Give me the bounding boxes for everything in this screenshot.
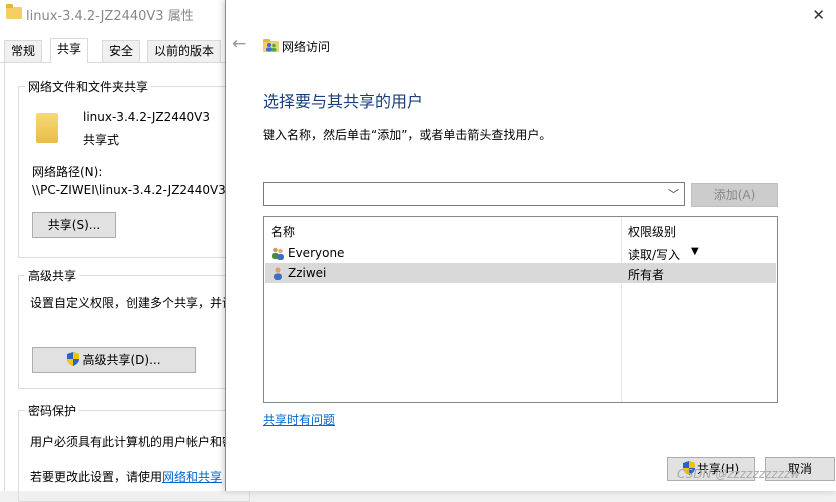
dropdown-triangle-icon[interactable]: ▼ [691, 246, 699, 257]
close-icon[interactable]: ✕ [812, 6, 825, 24]
network-sharing-center-link[interactable]: 网络和共享 [162, 470, 222, 484]
instruction-text: 键入名称，然后单击“添加”，或者单击箭头查找用户。 [263, 128, 552, 142]
tab-security[interactable]: 安全 [102, 40, 141, 62]
share-state: 共享式 [83, 133, 120, 147]
back-arrow-icon[interactable]: ← [232, 34, 246, 54]
sharing-trouble-link[interactable]: 共享时有问题 [263, 411, 335, 428]
network-users-icon [263, 39, 279, 52]
folder-name: linux-3.4.2-JZ2440V3 [83, 110, 210, 124]
properties-tabs: 常规 共享 安全 以前的版本 [0, 38, 228, 63]
advanced-sharing-button[interactable]: 高级共享(D)... [32, 347, 196, 373]
properties-titlebar: linux-3.4.2-JZ2440V3 属性 [0, 0, 228, 30]
properties-title: linux-3.4.2-JZ2440V3 属性 [26, 9, 194, 24]
tab-sharing[interactable]: 共享 [50, 38, 89, 63]
advanced-sharing-button-label: 高级共享(D)... [82, 353, 161, 367]
user-permission-list: 名称 权限级别 Everyone 读取/写入 ▼ Zziwei 所有者 [263, 216, 778, 403]
folder-icon [6, 4, 22, 19]
change-setting-text: 若要更改此设置，请使用网络和共享 [30, 468, 222, 485]
advanced-sharing-group-label: 高级共享 [25, 267, 80, 284]
column-header-permission[interactable]: 权限级别 [628, 223, 676, 240]
chevron-down-icon[interactable]: ﹀ [668, 186, 679, 202]
user-name: Zziwei [288, 266, 327, 280]
add-button[interactable]: 添加(A) [691, 183, 778, 207]
password-protection-group-label: 密码保护 [25, 402, 80, 419]
share-s-button[interactable]: 共享(S)... [32, 212, 116, 238]
list-item-zziwei[interactable]: Zziwei 所有者 [265, 263, 776, 283]
network-access-dialog: ✕ ← 网络访问 选择要与其共享的用户 键入名称，然后单击“添加”，或者单击箭头… [225, 0, 836, 491]
tab-previous-versions[interactable]: 以前的版本 [147, 40, 222, 62]
column-header-name[interactable]: 名称 [271, 223, 295, 240]
properties-window: linux-3.4.2-JZ2440V3 属性 常规 共享 安全 以前的版本 网… [0, 0, 250, 502]
password-protection-group: 密码保护 [18, 402, 250, 502]
user-icon [274, 267, 282, 280]
permission-level: 所有者 [628, 268, 665, 282]
user-name: Everyone [288, 246, 345, 260]
permission-level[interactable]: 读取/写入 [628, 246, 680, 263]
uac-shield-icon [67, 352, 80, 366]
password-description: 用户必须具有此计算机的用户帐户和密 [30, 435, 235, 449]
group-users-icon [272, 247, 284, 260]
list-item-everyone[interactable]: Everyone 读取/写入 ▼ [265, 243, 776, 263]
user-name-combobox[interactable]: ﹀ [263, 182, 685, 206]
watermark-text: CSDN @zzzzzzzzzzw [677, 467, 801, 481]
shared-folder-icon [36, 113, 58, 143]
tab-general[interactable]: 常规 [4, 40, 43, 62]
network-sharing-group-label: 网络文件和文件夹共享 [25, 78, 152, 95]
page-heading: 选择要与其共享的用户 [263, 92, 424, 111]
advanced-sharing-description: 设置自定义权限，创建多个共享，并设 [30, 296, 235, 310]
network-path-label: 网络路径(N): [32, 165, 103, 179]
change-setting-prefix: 若要更改此设置，请使用 [30, 470, 163, 484]
dialog-window-title: 网络访问 [282, 40, 331, 54]
network-path-value: \\PC-ZIWEI\linux-3.4.2-JZ2440V3 [32, 183, 226, 197]
